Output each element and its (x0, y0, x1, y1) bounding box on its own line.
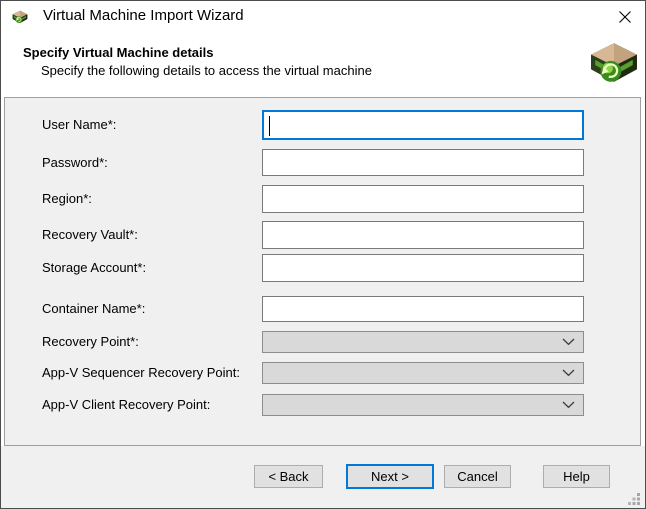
storage-account-label: Storage Account*: (42, 254, 146, 282)
storage-account-input[interactable] (263, 255, 583, 281)
region-label: Region*: (42, 185, 92, 213)
wizard-window: Virtual Machine Import Wizard Specify Vi… (0, 0, 646, 509)
footer-bar: < Back Next > Cancel Help (1, 446, 645, 508)
recovery-vault-input-box (262, 221, 584, 249)
container-name-label: Container Name*: (42, 296, 145, 322)
recovery-point-label: Recovery Point*: (42, 331, 139, 353)
recovery-vault-input[interactable] (263, 222, 583, 248)
region-input-box (262, 185, 584, 213)
recovery-vault-label: Recovery Vault*: (42, 221, 138, 249)
app-icon (12, 9, 28, 25)
wizard-header: Specify Virtual Machine details Specify … (1, 31, 645, 97)
container-name-input[interactable] (263, 297, 583, 321)
region-input[interactable] (263, 186, 583, 212)
container-name-input-box (262, 296, 584, 322)
titlebar: Virtual Machine Import Wizard (1, 1, 645, 31)
cancel-button[interactable]: Cancel (444, 465, 511, 488)
page-subtitle: Specify the following details to access … (41, 63, 372, 78)
wizard-box-icon (589, 38, 639, 88)
text-caret (269, 116, 270, 136)
next-button[interactable]: Next > (346, 464, 434, 489)
chevron-down-icon (562, 401, 575, 409)
details-panel: User Name*: Password*: Region*: Recovery… (4, 97, 641, 446)
back-button[interactable]: < Back (254, 465, 323, 488)
appv-client-recovery-point-dropdown[interactable] (262, 394, 584, 416)
chevron-down-icon (562, 369, 575, 377)
password-input[interactable] (263, 150, 583, 175)
chevron-down-icon (562, 338, 575, 346)
password-input-box (262, 149, 584, 176)
user-name-input[interactable] (264, 112, 582, 138)
recovery-point-dropdown[interactable] (262, 331, 584, 353)
appv-sequencer-recovery-point-label: App-V Sequencer Recovery Point: (42, 362, 240, 384)
close-icon (618, 10, 632, 24)
page-title: Specify Virtual Machine details (23, 45, 214, 60)
password-label: Password*: (42, 149, 108, 176)
user-name-input-box (262, 110, 584, 140)
window-title: Virtual Machine Import Wizard (43, 7, 244, 24)
appv-client-recovery-point-label: App-V Client Recovery Point: (42, 394, 210, 416)
resize-grip[interactable] (627, 491, 641, 505)
storage-account-input-box (262, 254, 584, 282)
help-button[interactable]: Help (543, 465, 610, 488)
user-name-label: User Name*: (42, 110, 116, 140)
close-button[interactable] (612, 6, 638, 28)
appv-sequencer-recovery-point-dropdown[interactable] (262, 362, 584, 384)
